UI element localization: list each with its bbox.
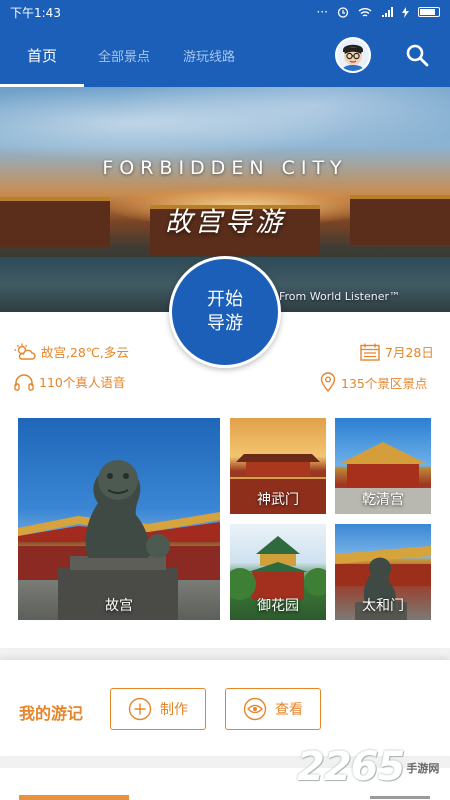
tab-routes[interactable]: 游玩线路: [183, 24, 235, 87]
avatar[interactable]: [335, 37, 371, 73]
banner-title-zh: 故宫导游: [165, 207, 285, 238]
view-notes-label: 查看: [275, 702, 303, 718]
alarm-icon: [337, 7, 349, 18]
headphones-icon: [14, 373, 34, 391]
app-header: 首页 全部景点 游玩线路: [0, 24, 450, 87]
start-button-line1: 开始: [207, 289, 243, 310]
tab-all-spots[interactable]: 全部景点: [98, 24, 150, 87]
weather-info: 故宫,28℃,多云: [14, 342, 129, 361]
tile-yuhuayuan[interactable]: 御花园: [230, 524, 326, 620]
status-bar: 下午1:43 ···: [0, 0, 450, 24]
eye-icon: [243, 697, 267, 721]
more-icon: ···: [316, 5, 328, 19]
next-section-more-fragment: [370, 796, 430, 799]
tile-label: 神武门: [257, 492, 299, 508]
make-note-label: 制作: [160, 702, 188, 718]
tile-label: 太和门: [362, 598, 404, 614]
plus-circle-icon: [128, 697, 152, 721]
lion-statue-image: [18, 460, 220, 620]
status-time: 下午1:43: [10, 5, 61, 20]
tile-qianqinggong[interactable]: 乾清宫: [335, 418, 431, 514]
date-text: 7月28日: [385, 345, 434, 360]
tile-taihemen[interactable]: 太和门: [335, 524, 431, 620]
start-tour-button[interactable]: 开始 导游: [169, 256, 281, 368]
search-icon[interactable]: [404, 42, 430, 68]
banner-title-en: FORBIDDEN CITY: [102, 157, 348, 179]
travel-notes-title: 我的游记: [19, 704, 84, 723]
location-pin-icon: [320, 372, 336, 392]
charging-icon: [402, 6, 409, 18]
voices-text: 110个真人语音: [39, 375, 126, 390]
date-info: 7月28日: [360, 342, 434, 361]
spots-text: 135个景区景点: [341, 375, 428, 391]
make-note-button[interactable]: 制作: [110, 688, 206, 730]
weather-text: 故宫,28℃,多云: [41, 345, 129, 360]
tile-label: 故宫: [105, 598, 133, 614]
tile-label: 御花园: [257, 598, 299, 614]
tile-label: 乾清宫: [362, 492, 404, 508]
battery-icon: [418, 7, 440, 17]
spots-info: 135个景区景点: [320, 372, 427, 392]
next-section-title-fragment: [19, 795, 129, 800]
start-button-line2: 导游: [207, 313, 243, 334]
view-notes-button[interactable]: 查看: [225, 688, 321, 730]
tile-shenwumen[interactable]: 神武门: [230, 418, 326, 514]
voices-info: 110个真人语音: [14, 372, 125, 391]
wifi-icon: [358, 7, 372, 17]
signal-icon: [382, 6, 393, 17]
tab-home[interactable]: 首页: [0, 24, 84, 87]
site-watermark: 2265 手游网: [297, 744, 440, 790]
partly-cloudy-icon: [14, 343, 36, 360]
travel-notes-section: 我的游记 制作 查看: [0, 660, 450, 756]
calendar-icon: [360, 343, 380, 361]
tile-palace[interactable]: 故宫: [18, 418, 220, 620]
banner-credit: From World Listener™: [279, 290, 401, 303]
